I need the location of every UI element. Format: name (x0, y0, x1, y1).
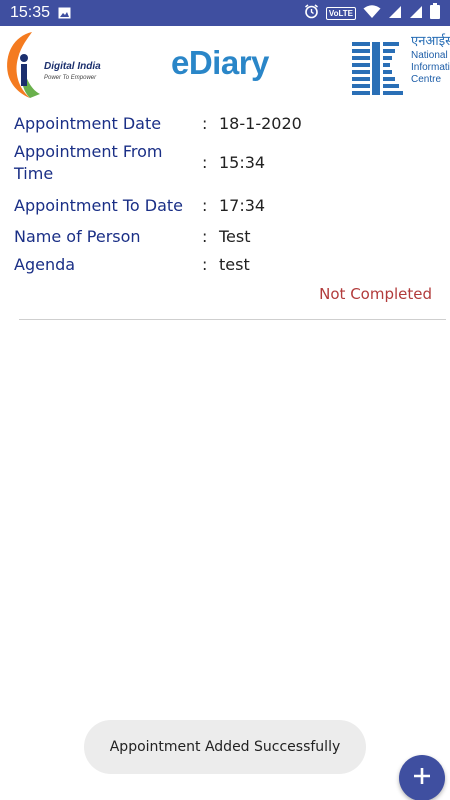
status-time: 15:35 (10, 4, 51, 21)
app-header: Digital India Power To Empower eDiary एन… (0, 26, 450, 102)
detail-value: 17:34 (219, 196, 266, 215)
detail-colon: : (202, 196, 208, 215)
add-appointment-button[interactable] (399, 755, 445, 800)
detail-value: 15:34 (219, 153, 266, 172)
status-badge: Not Completed (319, 285, 432, 303)
digital-india-title: Digital India (44, 61, 101, 72)
nic-hindi-text: एनआईसी (411, 34, 450, 49)
toast-message: Appointment Added Successfully (84, 720, 366, 774)
detail-colon: : (202, 114, 208, 133)
image-icon (58, 4, 71, 23)
detail-label: Appointment Date (14, 114, 162, 133)
detail-value: test (219, 255, 250, 274)
status-bar: 15:35 VoLTE (0, 0, 450, 26)
detail-label: Name of Person (14, 227, 141, 246)
detail-label: Appointment From Time (14, 142, 163, 183)
alarm-icon (304, 3, 319, 23)
detail-colon: : (202, 227, 208, 246)
digital-india-logo: Digital India Power To Empower (4, 28, 101, 100)
app-title: eDiary (171, 44, 269, 81)
plus-icon (412, 766, 432, 790)
detail-colon: : (202, 255, 208, 274)
detail-label: Agenda (14, 255, 76, 274)
nic-name: National Informatics Centre (411, 50, 450, 85)
detail-value: 18-1-2020 (219, 114, 302, 133)
detail-label: Appointment To Date (14, 196, 184, 215)
wifi-icon (363, 4, 381, 23)
detail-colon: : (202, 153, 208, 172)
volte-icon: VoLTE (325, 6, 356, 20)
digital-india-tagline: Power To Empower (44, 75, 97, 81)
divider (19, 319, 446, 320)
signal-icon (388, 4, 402, 23)
signal-icon-2 (409, 4, 423, 23)
battery-icon (430, 3, 440, 23)
detail-value: Test (219, 227, 251, 246)
